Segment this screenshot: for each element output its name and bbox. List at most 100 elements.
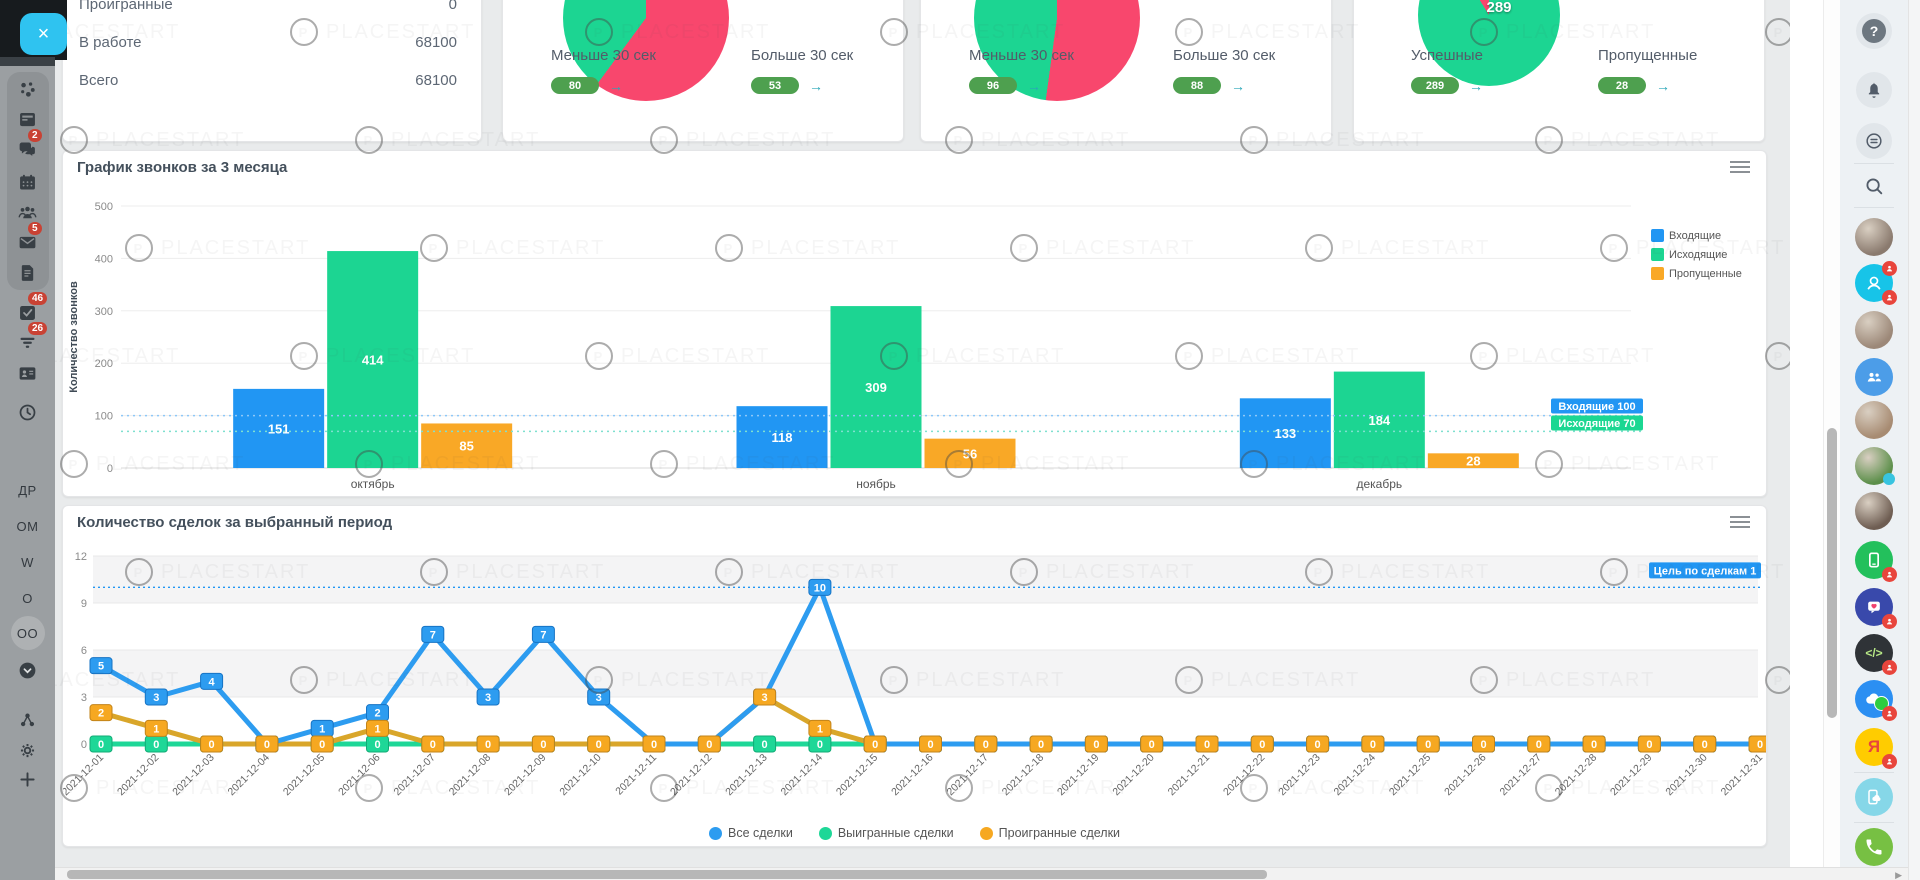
panel-chat-lines-button[interactable] <box>1840 122 1908 160</box>
telephony-shortcut[interactable] <box>1840 828 1908 866</box>
calls-chart-menu-button[interactable] <box>1730 161 1750 175</box>
chat-avatar[interactable] <box>1840 218 1908 256</box>
svg-text:2021-12-20: 2021-12-20 <box>1110 752 1157 799</box>
app-avatar[interactable] <box>1855 264 1893 302</box>
cloud-icon[interactable] <box>1855 680 1893 718</box>
user-avatar[interactable] <box>1855 218 1893 256</box>
sidebar-item-O[interactable]: O <box>0 584 55 612</box>
goto-arrow[interactable]: → <box>1656 78 1670 94</box>
goto-arrow[interactable]: → <box>1469 78 1483 94</box>
sidebar-item-ОМ[interactable]: ОМ <box>0 512 55 540</box>
sidebar-item-crm-funnel[interactable]: 26 <box>0 328 55 356</box>
sidebar-item-plus[interactable] <box>0 765 55 793</box>
count-pill[interactable]: 88 <box>1173 77 1221 94</box>
horizontal-scrollbar[interactable]: ▶ <box>55 867 1908 880</box>
sidebar-item-contact-card[interactable] <box>0 359 55 387</box>
svg-text:0: 0 <box>1038 739 1044 751</box>
legend-item[interactable]: Проигранные сделки <box>980 826 1120 840</box>
svg-text:0: 0 <box>1480 739 1486 751</box>
svg-text:2021-12-23: 2021-12-23 <box>1276 752 1323 799</box>
app-shortcut[interactable]: </> <box>1840 634 1908 672</box>
yandex-icon[interactable]: Я <box>1855 728 1893 766</box>
scroll-right-arrow[interactable]: ▶ <box>1895 870 1902 880</box>
phone-icon[interactable] <box>1855 828 1893 866</box>
count-pill[interactable]: 28 <box>1598 77 1646 94</box>
count-pill[interactable]: 96 <box>969 77 1017 94</box>
chat-avatar[interactable] <box>1840 311 1908 349</box>
sidebar-item-feed[interactable] <box>0 105 55 133</box>
sidebar-item-pulse[interactable] <box>0 75 55 103</box>
panel-search-button[interactable] <box>1840 167 1908 205</box>
sidebar-item-chevron-down-circle[interactable] <box>0 656 55 684</box>
vertical-scrollbar-thumb[interactable] <box>1827 428 1837 718</box>
horizontal-scrollbar-thumb[interactable] <box>67 870 1267 879</box>
sidebar-item-OO[interactable]: OO <box>0 619 55 647</box>
count-pill[interactable]: 80 <box>551 77 599 94</box>
vertical-scrollbar[interactable] <box>1823 0 1841 880</box>
content-gutter <box>1790 0 1823 880</box>
chat-avatar[interactable] <box>1840 492 1908 530</box>
goto-arrow[interactable]: → <box>1027 78 1041 94</box>
close-menu-button[interactable]: × <box>20 13 67 55</box>
tablet-icon[interactable] <box>1855 541 1893 579</box>
pie-segment-count-row: 289 → <box>1411 77 1483 94</box>
legend-item[interactable]: Исходящие <box>1651 248 1742 261</box>
chat-avatar[interactable] <box>1840 358 1908 396</box>
goto-arrow[interactable]: → <box>609 78 623 94</box>
telephony-shortcut[interactable] <box>1840 778 1908 816</box>
sidebar-item-gear[interactable] <box>0 736 55 764</box>
count-pill[interactable]: 53 <box>751 77 799 94</box>
chat-avatar[interactable] <box>1840 264 1908 302</box>
legend-item[interactable]: Все сделки <box>709 826 793 840</box>
bell-icon[interactable] <box>1856 72 1892 108</box>
sidebar-item-clock[interactable] <box>0 398 55 426</box>
user-avatar[interactable] <box>1855 311 1893 349</box>
chat-avatar[interactable] <box>1840 447 1908 485</box>
app-shortcut[interactable] <box>1840 588 1908 626</box>
deals-chart-menu-button[interactable] <box>1730 516 1750 530</box>
sidebar-item-share[interactable] <box>0 706 55 734</box>
chat-lines-icon[interactable] <box>1856 123 1892 159</box>
app-shortcut[interactable] <box>1840 680 1908 718</box>
window-scrollbar[interactable] <box>1908 0 1920 880</box>
sidebar-item-tasks[interactable]: 46 <box>0 298 55 326</box>
svg-text:Цель по сделкам 1: Цель по сделкам 1 <box>1654 565 1757 577</box>
app-shortcut[interactable] <box>1840 541 1908 579</box>
deals-stats-card: Проигранные0В работе68100Всего68100 <box>62 0 482 142</box>
svg-text:0: 0 <box>1702 739 1708 751</box>
user-avatar[interactable] <box>1855 447 1893 485</box>
goto-arrow[interactable]: → <box>809 78 823 94</box>
sidebar-item-calendar[interactable] <box>0 168 55 196</box>
user-avatar[interactable] <box>1855 492 1893 530</box>
svg-text:0: 0 <box>1425 739 1431 751</box>
count-pill[interactable]: 289 <box>1411 77 1459 94</box>
svg-text:0: 0 <box>1646 739 1652 751</box>
sidebar-item-messenger[interactable]: 2 <box>0 135 55 163</box>
phone-cloud-icon <box>1864 787 1884 807</box>
chat-avatar[interactable] <box>1840 401 1908 439</box>
sidebar-item-mail[interactable]: 5 <box>0 228 55 256</box>
code-icon[interactable]: </> <box>1855 634 1893 672</box>
calendar-icon <box>17 172 38 193</box>
sidebar-item-W[interactable]: W <box>0 548 55 576</box>
sidebar-item-employees[interactable] <box>0 198 55 226</box>
sidebar-item-ДР[interactable]: ДР <box>0 476 55 504</box>
user-avatar[interactable] <box>1855 401 1893 439</box>
panel-help-button[interactable]: ? <box>1840 12 1908 50</box>
svg-text:0: 0 <box>1757 739 1763 751</box>
calls-bar-chart[interactable]: 0100200300400500Количество звонков151414… <box>63 179 1723 496</box>
app-avatar[interactable] <box>1855 358 1893 396</box>
deals-line-chart[interactable]: 036912Цель по сделкам 12021-12-012021-12… <box>63 536 1766 821</box>
heart-bubble-icon[interactable] <box>1855 588 1893 626</box>
legend-item[interactable]: Входящие <box>1651 229 1742 242</box>
panel-bell-button[interactable] <box>1840 71 1908 109</box>
app-shortcut[interactable]: Я <box>1840 728 1908 766</box>
legend-item[interactable]: Пропущенные <box>1651 267 1742 280</box>
phone-cloud-icon[interactable] <box>1855 778 1893 816</box>
goto-arrow[interactable]: → <box>1231 78 1245 94</box>
svg-text:0: 0 <box>817 739 823 751</box>
svg-text:2021-12-16: 2021-12-16 <box>889 752 936 799</box>
legend-item[interactable]: Выигранные сделки <box>819 826 954 840</box>
sidebar-item-docs[interactable] <box>0 258 55 286</box>
help-icon[interactable]: ? <box>1856 13 1892 49</box>
